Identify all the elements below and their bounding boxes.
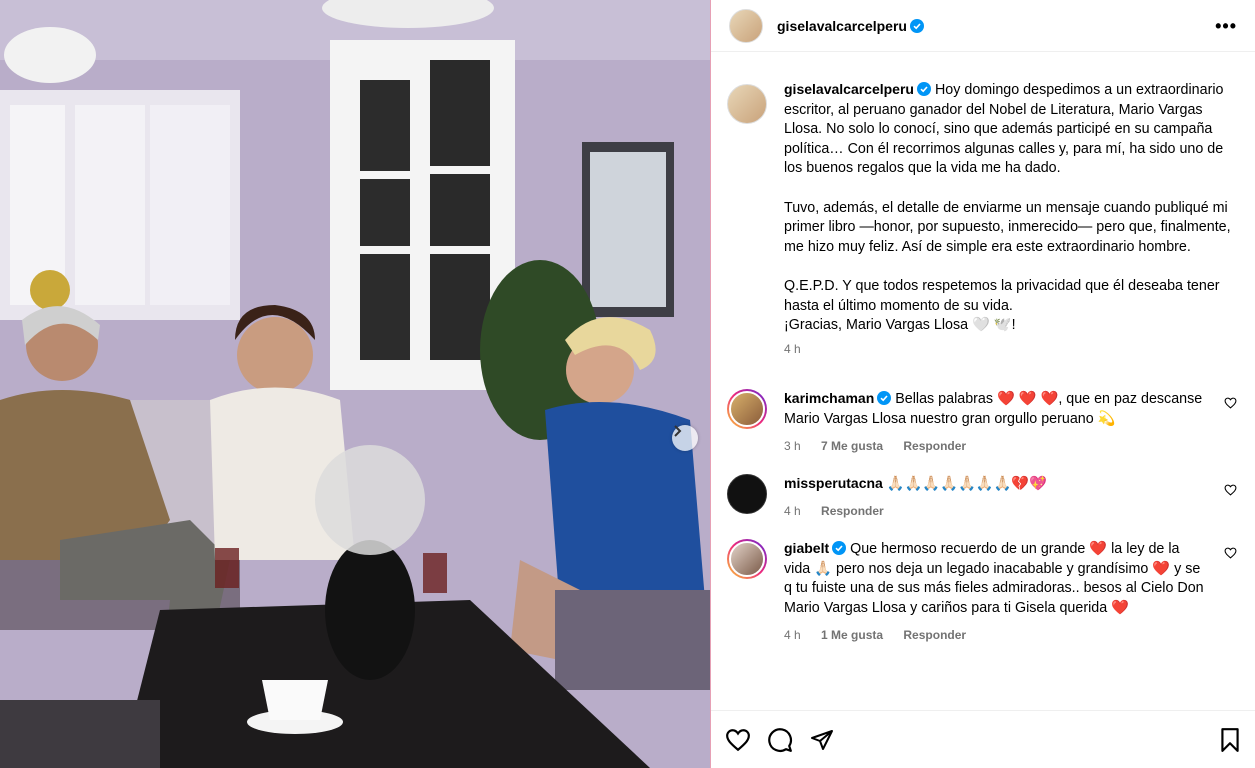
bookmark-icon[interactable] [1219,727,1241,753]
post-header: giselavalcarcelperu ••• [711,0,1255,52]
comment-time[interactable]: 4 h [784,628,801,642]
verified-badge-icon [916,82,931,96]
post-panel: giselavalcarcelperu ••• giselavalcarcelp… [711,0,1255,768]
reply-button[interactable]: Responder [821,504,884,518]
commenter-username[interactable]: karimchaman [784,390,874,406]
chevron-right-icon [674,425,682,437]
more-options-button[interactable]: ••• [1215,17,1237,35]
commenter-avatar[interactable] [727,539,767,580]
caption-username[interactable]: giselavalcarcelperu [784,81,914,97]
post-image [0,0,710,768]
comment-text: Que hermoso recuerdo de un grande ❤️ la … [784,541,1204,617]
author-avatar[interactable] [729,8,763,43]
caption: giselavalcarcelperu Hoy domingo despedim… [727,81,1239,359]
comment-icon[interactable] [767,727,793,753]
heart-icon[interactable] [1224,547,1237,559]
comment-time[interactable]: 4 h [784,504,801,518]
commenter-username[interactable]: missperutacna [784,475,883,491]
comment-likes[interactable]: 1 Me gusta [821,628,883,642]
commenter-avatar[interactable] [727,474,767,515]
commenter-username[interactable]: giabelt [784,540,829,556]
comments-scroll[interactable]: giselavalcarcelperu Hoy domingo despedim… [711,52,1255,710]
author-username[interactable]: giselavalcarcelperu [777,18,907,34]
comment-item: missperutacna 🙏🏻🙏🏻🙏🏻🙏🏻🙏🏻🙏🏻🙏🏻💔💖 4 h Respo… [727,474,1239,521]
comment-item: karimchaman Bellas palabras ❤️ ❤️ ❤️, qu… [727,389,1239,456]
verified-badge-icon [909,18,924,33]
caption-text-3: Q.E.P.D. Y que todos respetemos la priva… [784,277,1220,314]
comment-text: 🙏🏻🙏🏻🙏🏻🙏🏻🙏🏻🙏🏻🙏🏻💔💖 [886,476,1048,493]
caption-time[interactable]: 4 h [784,342,801,356]
next-image-button[interactable] [672,425,698,451]
share-icon[interactable] [809,728,835,752]
post-photo [0,0,710,768]
post-actions [711,710,1255,768]
caption-text-2: Tuvo, además, el detalle de enviarme un … [784,199,1231,255]
reply-button[interactable]: Responder [903,628,966,642]
heart-icon[interactable] [1224,484,1237,496]
reply-button[interactable]: Responder [903,439,966,453]
commenter-avatar[interactable] [727,389,767,430]
heart-icon[interactable] [1224,397,1237,409]
verified-badge-icon [832,541,847,556]
author-avatar-caption[interactable] [727,84,767,124]
verified-badge-icon [877,391,892,406]
caption-text-4: ¡Gracias, Mario Vargas Llosa 🤍 🕊️! [784,317,1016,334]
comment-time[interactable]: 3 h [784,439,801,453]
comment-item: giabelt Que hermoso recuerdo de un grand… [727,539,1239,645]
comment-likes[interactable]: 7 Me gusta [821,439,883,453]
heart-icon[interactable] [725,728,751,752]
